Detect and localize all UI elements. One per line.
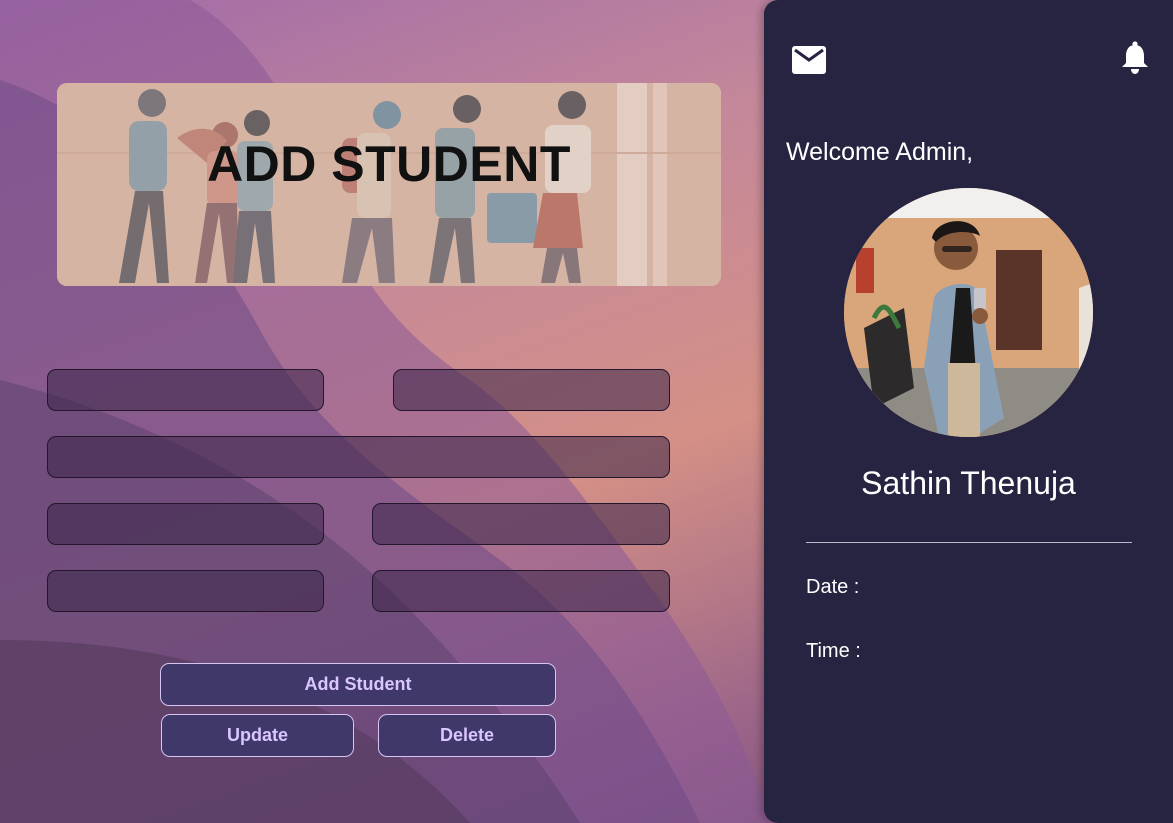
user-name: Sathin Thenuja [861, 465, 1076, 501]
first-name-input[interactable] [47, 369, 324, 411]
last-name-input[interactable] [393, 369, 670, 411]
banner-title: ADD STUDENT [207, 136, 571, 192]
update-button[interactable]: Update [161, 714, 354, 757]
date-label: Date : [806, 576, 860, 598]
bell-icon[interactable] [1117, 40, 1153, 76]
field-6-input[interactable] [47, 570, 324, 612]
address-input[interactable] [47, 436, 670, 478]
field-5-input[interactable] [372, 503, 670, 545]
field-4-input[interactable] [47, 503, 324, 545]
field-7-input[interactable] [372, 570, 670, 612]
mail-icon[interactable] [791, 42, 827, 78]
add-student-banner: ADD STUDENT [57, 83, 721, 286]
welcome-text: Welcome Admin, [786, 138, 974, 166]
profile-panel: Welcome Admin, Sathin Thenuja Date : Tim… [764, 0, 1173, 823]
add-student-button[interactable]: Add Student [160, 663, 556, 706]
divider [806, 542, 1132, 543]
delete-button[interactable]: Delete [378, 714, 556, 757]
avatar [844, 188, 1093, 437]
time-label: Time : [806, 640, 861, 662]
